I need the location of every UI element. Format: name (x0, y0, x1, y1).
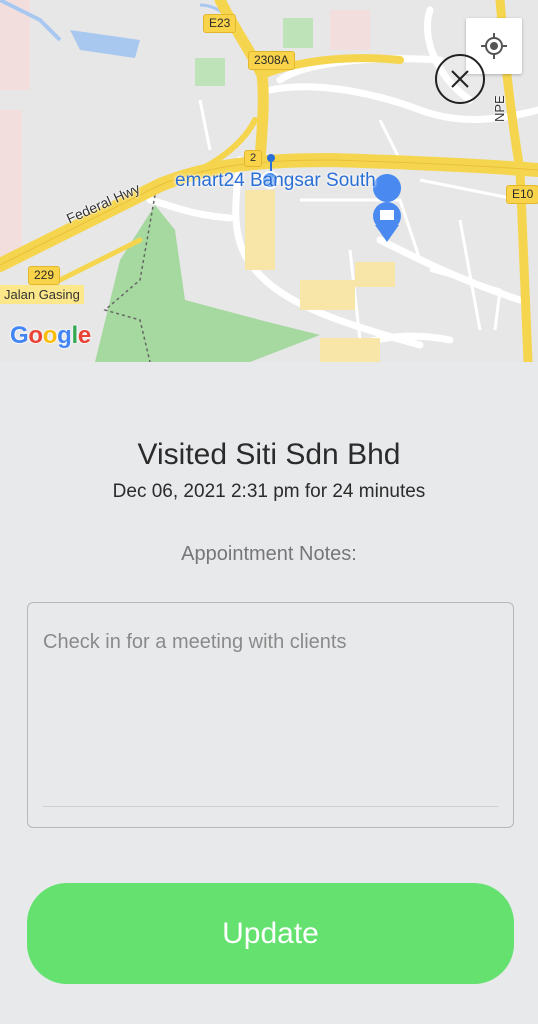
highway-shield-e10: E10 (506, 185, 538, 204)
poi-label[interactable]: emart24 Bangsar South (175, 170, 376, 192)
notes-label: Appointment Notes: (181, 543, 357, 565)
highway-shield-e23: E23 (203, 14, 237, 33)
place-label-jalan-gasing: Jalan Gasing (0, 285, 84, 304)
notes-textarea[interactable]: Check in for a meeting with clients (27, 602, 514, 828)
google-logo-letter: g (57, 322, 72, 349)
google-logo-letter: e (77, 322, 91, 349)
road-shield-229: 229 (28, 266, 61, 285)
highway-shield-2308a: 2308A (248, 51, 295, 70)
highway-shield-2: 2 (244, 150, 263, 167)
notes-value[interactable]: Check in for a meeting with clients (43, 631, 346, 654)
visit-details: Dec 06, 2021 2:31 pm for 24 minutes (112, 481, 426, 502)
google-logo: Google (10, 322, 91, 350)
update-button[interactable]: Update (27, 883, 514, 984)
road-label-npe: NPE (492, 95, 507, 122)
google-logo-letter: o (42, 322, 58, 349)
close-icon (451, 70, 469, 88)
crosshair-icon (481, 33, 507, 59)
notes-underline (43, 806, 498, 807)
google-logo-letter: G (10, 322, 29, 349)
close-button[interactable] (435, 54, 485, 104)
visit-title: Visited Siti Sdn Bhd (137, 438, 401, 471)
map-view[interactable]: E23 2308A 2 E10 229 Federal Hwy NPE Jala… (0, 0, 538, 362)
google-logo-letter: o (28, 322, 43, 349)
